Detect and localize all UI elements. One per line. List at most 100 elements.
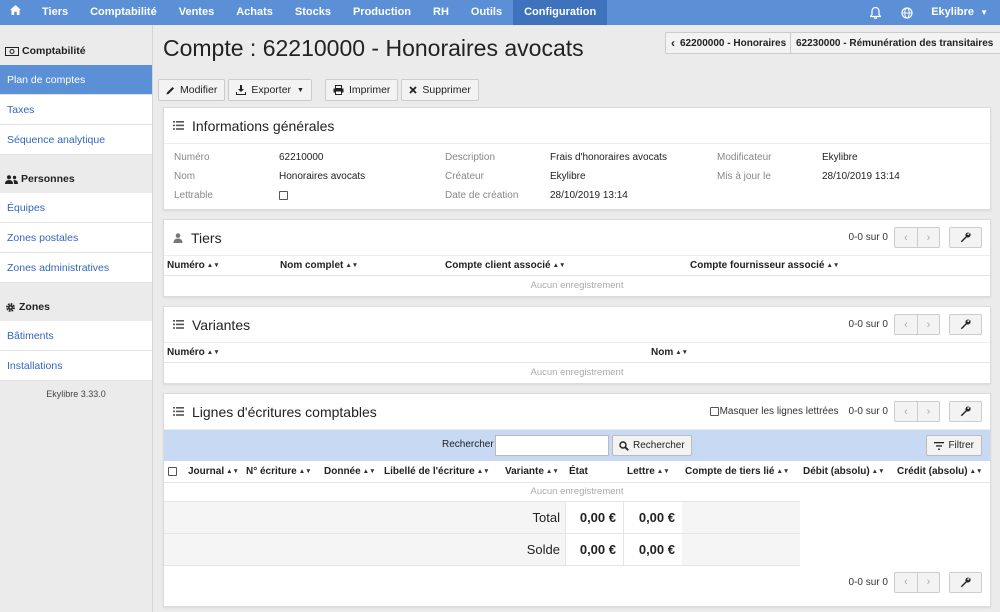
- sidebar-item-zones-postales[interactable]: Zones postales: [0, 223, 152, 253]
- tiers-col-fournisseur[interactable]: Compte fournisseur associé ▲▼: [690, 260, 839, 271]
- sidebar-item-zones-administratives[interactable]: Zones administratives: [0, 253, 152, 283]
- lignes-col-lettre[interactable]: Lettre ▲▼: [627, 466, 670, 477]
- variantes-count: 0-0 sur 0: [848, 319, 888, 330]
- sort-icon: ▲▼: [362, 468, 376, 475]
- sort-icon: ▲▼: [871, 468, 885, 475]
- search-band: Rechercher Rechercher Filtrer: [164, 430, 990, 461]
- user-menu[interactable]: Ekylibre ▼: [923, 0, 1000, 25]
- lignes-col-etat: État: [569, 466, 588, 477]
- label-maj: Mis à jour le: [717, 171, 771, 182]
- sort-icon: ▲▼: [552, 262, 566, 269]
- sidebar-section-comptabilite: Comptabilité: [0, 37, 152, 65]
- variantes-table-header: Numéro ▲▼ Nom ▲▼: [164, 343, 990, 363]
- chevron-left-icon[interactable]: ‹: [895, 315, 917, 334]
- bell-icon[interactable]: [859, 0, 891, 25]
- tiers-col-nom[interactable]: Nom complet ▲▼: [280, 260, 358, 271]
- gear-icon: [5, 302, 16, 313]
- sort-icon: ▲▼: [476, 468, 490, 475]
- delete-button[interactable]: Supprimer: [401, 79, 479, 101]
- list-icon: [173, 407, 184, 416]
- label-description: Description: [445, 152, 496, 163]
- lignes-footer-pager: ‹ ›: [894, 571, 940, 593]
- chevron-left-icon[interactable]: ‹: [895, 573, 917, 592]
- sidebar-item-installations[interactable]: Installations: [0, 351, 152, 381]
- modify-button[interactable]: Modifier: [158, 79, 226, 101]
- wrench-icon[interactable]: [949, 571, 982, 593]
- download-icon: [236, 85, 247, 95]
- panel-variantes: Variantes 0-0 sur 0 ‹ › Numéro ▲▼ Nom ▲▼ A…: [163, 306, 991, 384]
- total-row: Total 0,00 € 0,00 €: [164, 502, 800, 534]
- nav-production[interactable]: Production: [342, 0, 422, 25]
- wrench-icon[interactable]: [949, 314, 982, 335]
- chevron-left-icon[interactable]: ‹: [895, 228, 917, 247]
- value-date-creation: 28/10/2019 13:14: [550, 190, 628, 201]
- wrench-icon[interactable]: [949, 401, 982, 422]
- sort-icon: ▲▼: [298, 468, 312, 475]
- search-input[interactable]: [495, 435, 609, 456]
- chevron-right-icon[interactable]: ›: [917, 572, 939, 592]
- lignes-col-debit[interactable]: Débit (absolu) ▲▼: [803, 466, 885, 477]
- variantes-col-nom[interactable]: Nom ▲▼: [651, 347, 688, 358]
- chevron-left-icon[interactable]: ‹: [895, 402, 917, 421]
- value-lettrable-checkbox: [279, 191, 288, 203]
- prev-account-button[interactable]: ‹ 62200000 - Honoraires: [665, 32, 793, 54]
- panel-title-tiers: Tiers: [191, 229, 222, 246]
- globe-icon[interactable]: [891, 0, 923, 25]
- print-button[interactable]: Imprimer: [324, 79, 399, 101]
- search-button[interactable]: Rechercher: [612, 435, 692, 456]
- toolbar: Modifier Exporter ▼ Imprimer Supprimer: [158, 79, 482, 101]
- value-nom: Honoraires avocats: [279, 171, 366, 182]
- nav-stocks[interactable]: Stocks: [284, 0, 342, 25]
- value-maj: 28/10/2019 13:14: [822, 171, 900, 182]
- next-account-button[interactable]: 62230000 - Rémunération des transitaires…: [790, 32, 1000, 54]
- nav-tiers[interactable]: Tiers: [31, 0, 79, 25]
- lignes-col-journal[interactable]: Journal ▲▼: [188, 466, 239, 477]
- nav-comptabilite[interactable]: Comptabilité: [79, 0, 168, 25]
- mask-lettered-toggle[interactable]: Masquer les lignes lettrées: [709, 406, 839, 417]
- list-icon: [173, 320, 184, 329]
- tiers-pager: ‹ ›: [894, 227, 940, 248]
- select-all-checkbox[interactable]: [168, 467, 177, 479]
- home-icon[interactable]: [0, 0, 31, 25]
- label-nom: Nom: [174, 171, 196, 182]
- lignes-col-variante[interactable]: Variante ▲▼: [505, 466, 559, 477]
- nav-achats[interactable]: Achats: [225, 0, 284, 25]
- wrench-icon[interactable]: [949, 227, 982, 248]
- sidebar-item-plan-de-comptes[interactable]: Plan de comptes: [0, 65, 152, 95]
- lignes-col-compte-tiers[interactable]: Compte de tiers lié ▲▼: [685, 466, 789, 477]
- sidebar-item-batiments[interactable]: Bâtiments: [0, 321, 152, 351]
- lignes-col-numero[interactable]: N° écriture ▲▼: [246, 466, 312, 477]
- tiers-table-header: Numéro ▲▼ Nom complet ▲▼ Compte client ass…: [164, 256, 990, 276]
- mask-lettered-checkbox[interactable]: [709, 407, 719, 416]
- solde-row: Solde 0,00 € 0,00 €: [164, 534, 800, 566]
- caret-down-icon: ▼: [297, 86, 304, 94]
- nav-ventes[interactable]: Ventes: [168, 0, 225, 25]
- export-button[interactable]: Exporter ▼: [228, 79, 312, 101]
- tiers-col-numero[interactable]: Numéro ▲▼: [167, 260, 220, 271]
- nav-rh[interactable]: RH: [422, 0, 460, 25]
- lignes-col-libelle[interactable]: Libellé de l'écriture ▲▼: [384, 466, 490, 477]
- tiers-col-client[interactable]: Compte client associé ▲▼: [445, 260, 565, 271]
- filter-button[interactable]: Filtrer: [926, 435, 982, 456]
- lignes-col-donnee[interactable]: Donnée ▲▼: [324, 466, 376, 477]
- solde-debit: 0,00 €: [565, 534, 623, 565]
- variantes-col-numero[interactable]: Numéro ▲▼: [167, 347, 220, 358]
- chevron-right-icon[interactable]: ›: [917, 402, 939, 421]
- page-title: Compte : 62210000 - Honoraires avocats: [163, 35, 584, 61]
- sidebar-item-sequence-analytique[interactable]: Séquence analytique: [0, 125, 152, 155]
- sort-icon: ▲▼: [826, 262, 840, 269]
- sidebar-item-equipes[interactable]: Équipes: [0, 193, 152, 223]
- sidebar-item-taxes[interactable]: Taxes: [0, 95, 152, 125]
- label-lettrable: Lettrable: [174, 190, 213, 201]
- lignes-empty-message: Aucun enregistrement: [530, 486, 624, 497]
- nav-configuration[interactable]: Configuration: [513, 0, 608, 25]
- nav-outils[interactable]: Outils: [460, 0, 513, 25]
- chevron-right-icon[interactable]: ›: [917, 315, 939, 334]
- lignes-footer-count: 0-0 sur 0: [848, 576, 888, 588]
- lignes-col-credit[interactable]: Crédit (absolu) ▲▼: [897, 466, 982, 477]
- sort-icon: ▲▼: [345, 262, 359, 269]
- chevron-right-icon[interactable]: ›: [917, 228, 939, 247]
- search-icon: [619, 440, 629, 451]
- label-date-creation: Date de création: [445, 190, 519, 201]
- sidebar-section-personnes: Personnes: [0, 165, 152, 193]
